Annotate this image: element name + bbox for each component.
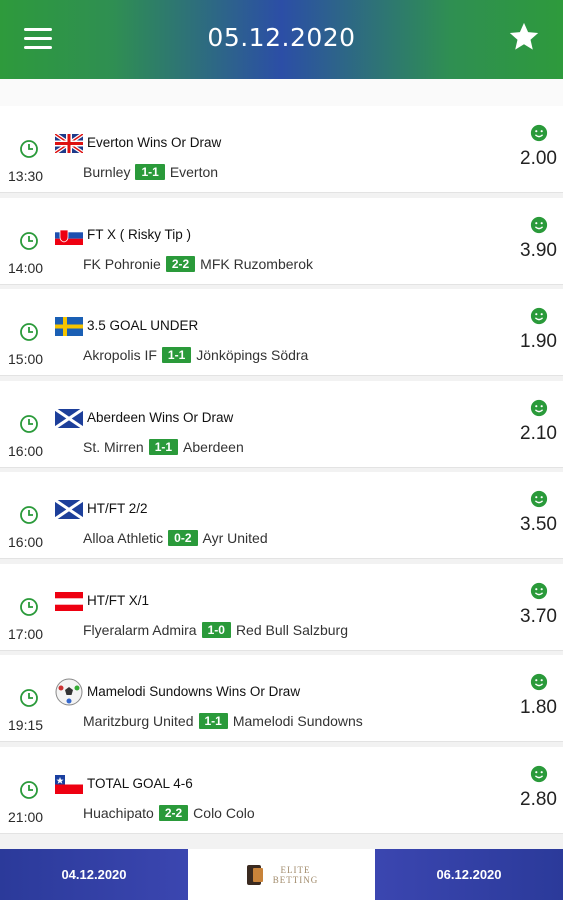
match-time: 14:00 bbox=[8, 259, 44, 276]
tip-card[interactable]: 21:00 TOTAL GOAL 4-6 Huachipato 2-2 Colo Col… bbox=[0, 746, 563, 834]
scotland-flag-icon bbox=[54, 498, 84, 521]
home-team: St. Mirren bbox=[83, 438, 144, 455]
odds-value: 2.10 bbox=[520, 422, 557, 444]
star-icon[interactable] bbox=[507, 20, 541, 54]
score-badge: 1-0 bbox=[201, 621, 231, 638]
tip-card[interactable]: 16:00 Aberdeen Wins Or Draw St. Mirren 1-1 A… bbox=[0, 380, 563, 468]
match-line: St. Mirren 1-1 Aberdeen bbox=[83, 438, 244, 455]
logo: ELITE BETTING bbox=[188, 849, 375, 900]
odds-value: 2.80 bbox=[520, 788, 557, 810]
match-time: 13:30 bbox=[8, 168, 44, 184]
home-team: Maritzburg United bbox=[83, 713, 194, 729]
slovakia-flag-icon bbox=[55, 225, 83, 245]
score-badge: 1-1 bbox=[198, 713, 228, 729]
smile-icon bbox=[530, 124, 548, 142]
home-team: Alloa Athletic bbox=[83, 530, 164, 546]
match-line: Alloa Athletic 0-2 Ayr United bbox=[83, 530, 268, 546]
odds-value: 1.90 bbox=[520, 331, 557, 352]
tip-label: FT X ( Risky Tip ) bbox=[87, 226, 192, 242]
austria-flag-icon bbox=[55, 591, 83, 611]
scotland-flag-icon bbox=[54, 407, 84, 429]
smile-icon bbox=[530, 582, 548, 599]
next-date-button[interactable]: 06.12.2020 bbox=[375, 849, 563, 900]
tip-label: Mamelodi Sundowns Wins Or Draw bbox=[87, 684, 301, 699]
tip-label: TOTAL GOAL 4-6 bbox=[87, 775, 193, 791]
match-time: 16:00 bbox=[8, 534, 44, 550]
clock-icon bbox=[20, 689, 38, 707]
away-team: Ayr United bbox=[202, 530, 268, 546]
sweden-flag-icon bbox=[55, 317, 83, 336]
tip-label: HT/FT 2/2 bbox=[87, 501, 148, 516]
home-team: Burnley bbox=[83, 164, 131, 180]
uk-flag-icon bbox=[53, 132, 85, 155]
smile-icon bbox=[530, 490, 548, 508]
tip-card[interactable]: 14:00 FT X ( Risky Tip ) FK Pohronie 2-2 MFK… bbox=[0, 197, 563, 285]
score-badge: 2-2 bbox=[165, 255, 196, 272]
away-team: MFK Ruzomberok bbox=[200, 255, 313, 272]
match-line: Akropolis IF 1-1 Jönköpings Södra bbox=[83, 347, 308, 363]
away-team: Everton bbox=[169, 164, 219, 180]
clock-icon bbox=[20, 414, 38, 433]
match-time: 21:00 bbox=[8, 808, 44, 825]
match-line: FK Pohronie 2-2 MFK Ruzomberok bbox=[83, 255, 313, 272]
match-line: Maritzburg United 1-1 Mamelodi Sundowns bbox=[83, 713, 363, 729]
football-icon bbox=[55, 678, 83, 706]
clock-icon bbox=[20, 506, 38, 524]
logo-icon bbox=[246, 864, 263, 885]
match-time: 15:00 bbox=[8, 351, 44, 367]
smile-icon bbox=[530, 673, 548, 691]
prev-date-button[interactable]: 04.12.2020 bbox=[0, 849, 188, 900]
smile-icon bbox=[530, 765, 548, 782]
odds-value: 1.80 bbox=[520, 697, 557, 718]
match-time: 16:00 bbox=[8, 442, 44, 459]
clock-icon bbox=[20, 231, 38, 250]
clock-icon bbox=[20, 140, 38, 158]
tip-card[interactable]: 19:15 Mamelodi Sundowns Wins Or Draw Marit… bbox=[0, 655, 563, 742]
match-line: Burnley 1-1 Everton bbox=[83, 164, 218, 180]
clock-icon bbox=[20, 780, 38, 799]
tip-label: Aberdeen Wins Or Draw bbox=[87, 409, 234, 425]
match-time: 19:15 bbox=[8, 717, 44, 733]
tip-label: HT/FT X/1 bbox=[87, 592, 150, 608]
page-title: 05.12.2020 bbox=[207, 23, 356, 52]
top-bar: 05.12.2020 bbox=[0, 0, 563, 79]
tips-list: 13:30 Everton Wins Or Draw Burnley 1-1 Evert… bbox=[0, 79, 563, 849]
bottom-nav: 04.12.2020 ELITE BETTING 06.12.2020 bbox=[0, 849, 563, 900]
match-line: Flyeralarm Admira 1-0 Red Bull Salzburg bbox=[83, 621, 348, 638]
chile-flag-icon bbox=[55, 774, 83, 794]
tip-card[interactable]: 17:00 HT/FT X/1 Flyeralarm Admira 1-0 Red Bu… bbox=[0, 563, 563, 651]
clock-icon bbox=[20, 597, 38, 616]
match-line: Huachipato 2-2 Colo Colo bbox=[83, 804, 255, 821]
odds-value: 2.00 bbox=[520, 148, 557, 169]
tip-card[interactable]: 16:00 HT/FT 2/2 Alloa Athletic 0-2 Ayr Unite… bbox=[0, 472, 563, 559]
away-team: Jönköpings Södra bbox=[196, 347, 309, 363]
odds-value: 3.70 bbox=[520, 605, 557, 627]
home-team: Flyeralarm Admira bbox=[83, 621, 197, 638]
tip-label: Everton Wins Or Draw bbox=[87, 135, 222, 150]
score-badge: 1-1 bbox=[148, 438, 179, 455]
away-team: Red Bull Salzburg bbox=[235, 621, 348, 638]
tip-card[interactable]: 15:00 3.5 GOAL UNDER Akropolis IF 1-1 Jönköp… bbox=[0, 289, 563, 376]
smile-icon bbox=[530, 307, 548, 325]
smile-icon bbox=[530, 216, 548, 233]
away-team: Mamelodi Sundowns bbox=[232, 713, 363, 729]
odds-value: 3.90 bbox=[520, 239, 557, 261]
away-team: Aberdeen bbox=[183, 438, 244, 455]
home-team: FK Pohronie bbox=[83, 255, 161, 272]
away-team: Colo Colo bbox=[193, 804, 255, 821]
tip-label: 3.5 GOAL UNDER bbox=[87, 318, 199, 333]
home-team: Akropolis IF bbox=[83, 347, 157, 363]
clock-icon bbox=[20, 323, 38, 341]
score-badge: 1-1 bbox=[135, 164, 165, 180]
smile-icon bbox=[530, 399, 548, 416]
score-badge: 0-2 bbox=[168, 530, 198, 546]
match-time: 17:00 bbox=[8, 625, 44, 642]
odds-value: 3.50 bbox=[520, 514, 557, 535]
score-badge: 1-1 bbox=[161, 347, 192, 363]
tip-card[interactable]: 13:30 Everton Wins Or Draw Burnley 1-1 Evert… bbox=[0, 106, 563, 193]
score-badge: 2-2 bbox=[158, 804, 189, 821]
home-team: Huachipato bbox=[83, 804, 154, 821]
